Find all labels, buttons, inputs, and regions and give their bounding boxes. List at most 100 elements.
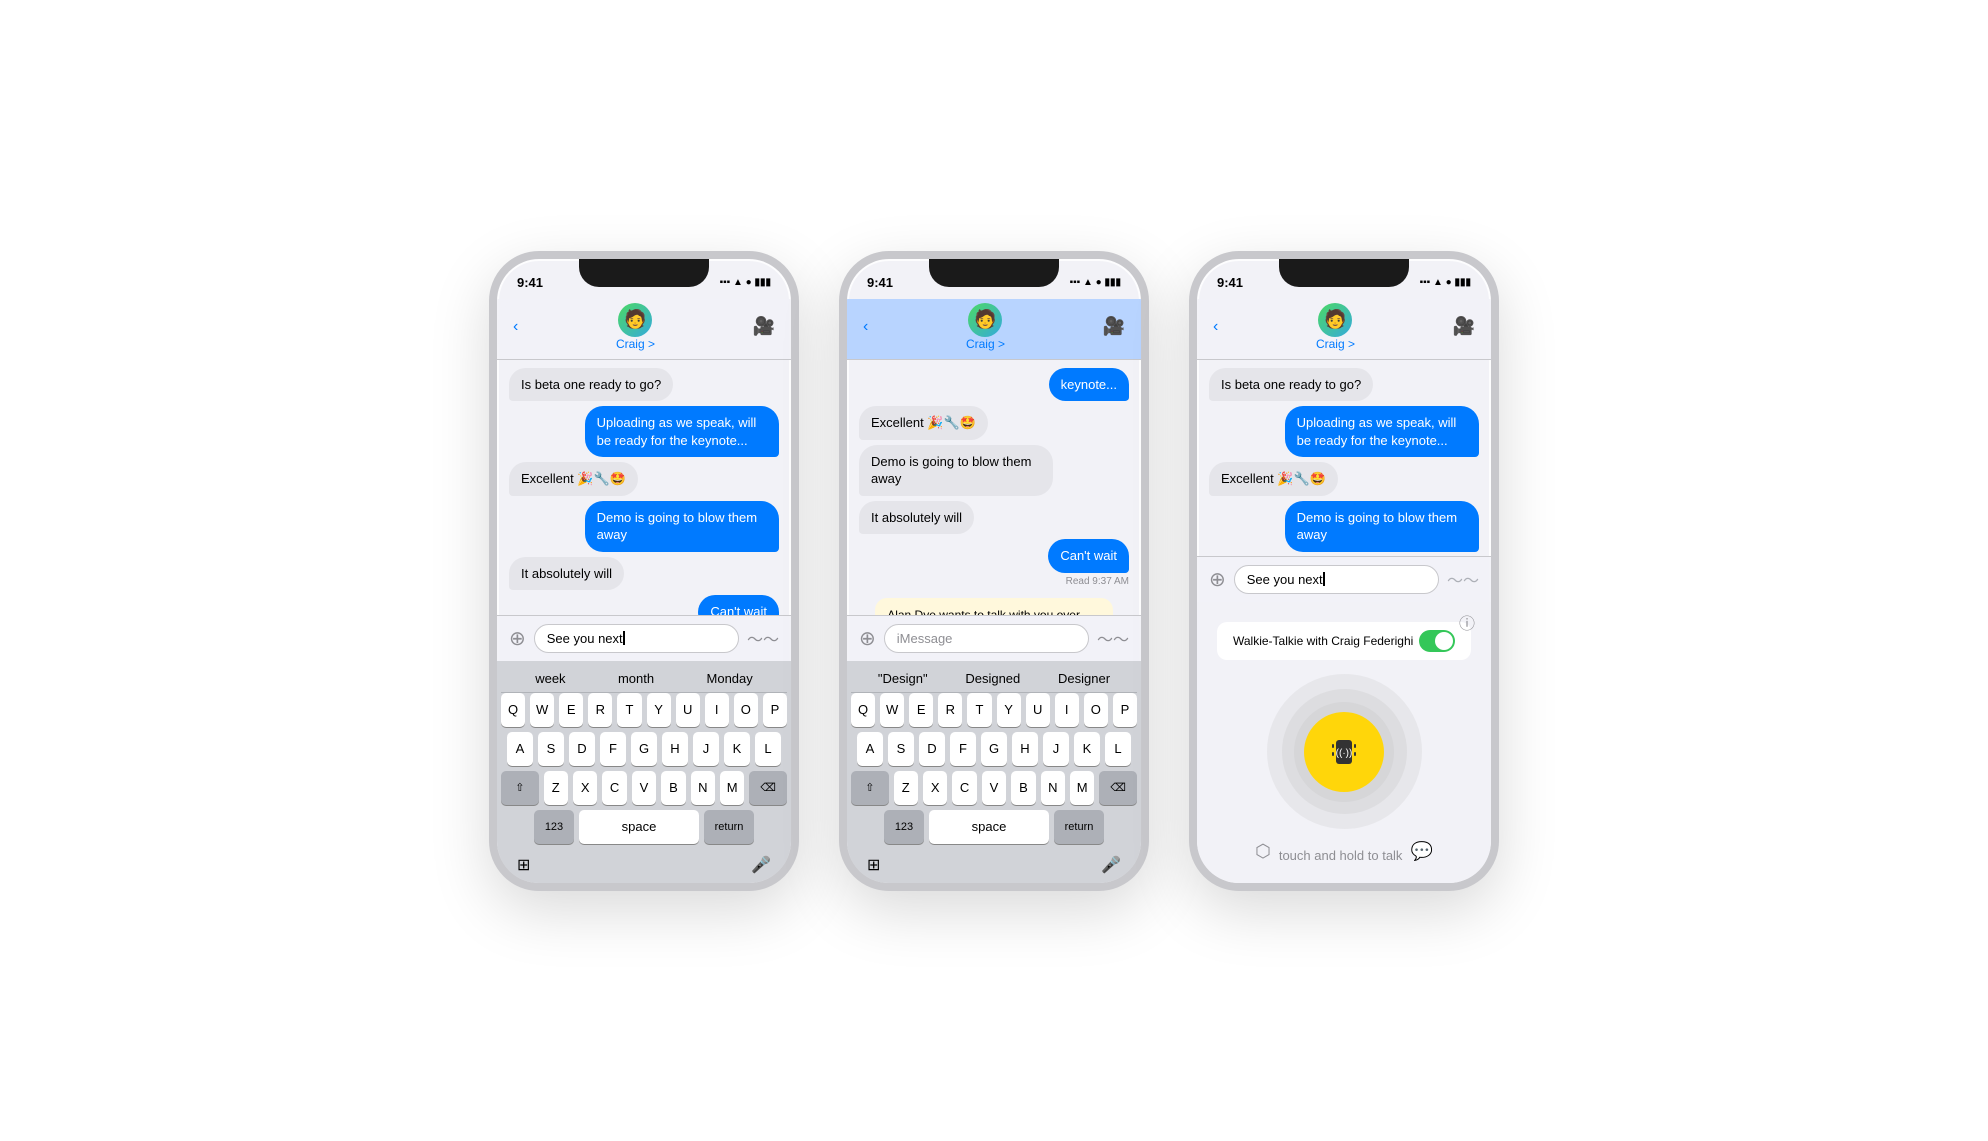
mic-icon-2[interactable]: 🎤	[1101, 855, 1121, 875]
shift-key-2[interactable]: ⇧	[851, 771, 889, 805]
audio-button-3[interactable]: 〜〜	[1447, 567, 1479, 591]
suggestion-3[interactable]: Monday	[707, 671, 753, 686]
volume-up-button-2[interactable]	[839, 359, 841, 391]
contact-name-2[interactable]: Craig >	[966, 337, 1005, 351]
suggestion-2-2[interactable]: Designed	[965, 671, 1020, 686]
key-d-2[interactable]: D	[919, 732, 945, 766]
suggestion-1[interactable]: week	[535, 671, 565, 686]
video-button-1[interactable]: 🎥	[753, 316, 775, 337]
key-l-2[interactable]: L	[1105, 732, 1131, 766]
contact-info-1[interactable]: 🧑 Craig >	[616, 303, 655, 351]
return-key[interactable]: return	[704, 810, 754, 844]
key-q[interactable]: Q	[501, 693, 525, 727]
audio-button-2[interactable]: 〜〜	[1097, 626, 1129, 650]
key-w-2[interactable]: W	[880, 693, 904, 727]
numbers-key[interactable]: 123	[534, 810, 574, 844]
key-g[interactable]: G	[631, 732, 657, 766]
key-y[interactable]: Y	[647, 693, 671, 727]
volume-up-button-3[interactable]	[1189, 359, 1191, 391]
video-button-3[interactable]: 🎥	[1453, 316, 1475, 337]
key-u-2[interactable]: U	[1026, 693, 1050, 727]
key-o[interactable]: O	[734, 693, 758, 727]
key-m-2[interactable]: M	[1070, 771, 1094, 805]
contact-name-1[interactable]: Craig >	[616, 337, 655, 351]
contact-name-3[interactable]: Craig >	[1316, 337, 1355, 351]
key-s[interactable]: S	[538, 732, 564, 766]
key-s-2[interactable]: S	[888, 732, 914, 766]
key-d[interactable]: D	[569, 732, 595, 766]
key-a[interactable]: A	[507, 732, 533, 766]
volume-down-button-3[interactable]	[1189, 404, 1191, 436]
power-button-3[interactable]	[1497, 379, 1499, 439]
info-icon[interactable]: ⓘ	[1459, 610, 1475, 634]
key-k[interactable]: K	[724, 732, 750, 766]
back-button-1[interactable]: ‹	[513, 318, 518, 336]
key-e[interactable]: E	[559, 693, 583, 727]
key-b-2[interactable]: B	[1011, 771, 1035, 805]
camera-button-3[interactable]: ⊕	[1209, 567, 1226, 592]
key-n-2[interactable]: N	[1041, 771, 1065, 805]
key-z[interactable]: Z	[544, 771, 568, 805]
volume-down-button-2[interactable]	[839, 404, 841, 436]
key-p[interactable]: P	[763, 693, 787, 727]
key-f[interactable]: F	[600, 732, 626, 766]
message-input-3[interactable]: See you next	[1234, 565, 1439, 594]
back-button-3[interactable]: ‹	[1213, 318, 1218, 336]
numbers-key-2[interactable]: 123	[884, 810, 924, 844]
key-u[interactable]: U	[676, 693, 700, 727]
suggestion-2[interactable]: month	[618, 671, 654, 686]
key-h-2[interactable]: H	[1012, 732, 1038, 766]
key-v[interactable]: V	[632, 771, 656, 805]
back-button-2[interactable]: ‹	[863, 318, 868, 336]
key-v-2[interactable]: V	[982, 771, 1006, 805]
video-button-2[interactable]: 🎥	[1103, 316, 1125, 337]
suggestion-2-1[interactable]: "Design"	[878, 671, 928, 686]
key-t-2[interactable]: T	[967, 693, 991, 727]
key-k-2[interactable]: K	[1074, 732, 1100, 766]
camera-button-2[interactable]: ⊕	[859, 626, 876, 651]
volume-up-button[interactable]	[489, 359, 491, 391]
delete-key[interactable]: ⌫	[749, 771, 787, 805]
shift-key[interactable]: ⇧	[501, 771, 539, 805]
key-j-2[interactable]: J	[1043, 732, 1069, 766]
apps-icon[interactable]: ⊞	[517, 855, 530, 875]
key-y-2[interactable]: Y	[997, 693, 1021, 727]
key-e-2[interactable]: E	[909, 693, 933, 727]
key-f-2[interactable]: F	[950, 732, 976, 766]
delete-key-2[interactable]: ⌫	[1099, 771, 1137, 805]
message-input-2[interactable]: iMessage	[884, 624, 1089, 653]
camera-button-1[interactable]: ⊕	[509, 626, 526, 651]
key-r-2[interactable]: R	[938, 693, 962, 727]
contact-info-3[interactable]: 🧑 Craig >	[1316, 303, 1355, 351]
key-x[interactable]: X	[573, 771, 597, 805]
key-n[interactable]: N	[691, 771, 715, 805]
key-j[interactable]: J	[693, 732, 719, 766]
key-r[interactable]: R	[588, 693, 612, 727]
key-b[interactable]: B	[661, 771, 685, 805]
suggestion-2-3[interactable]: Designer	[1058, 671, 1110, 686]
walkie-talkie-press-button[interactable]: ((·))	[1304, 712, 1384, 792]
key-o-2[interactable]: O	[1084, 693, 1108, 727]
key-l[interactable]: L	[755, 732, 781, 766]
power-button[interactable]	[797, 379, 799, 439]
key-c[interactable]: C	[602, 771, 626, 805]
key-q-2[interactable]: Q	[851, 693, 875, 727]
volume-down-button[interactable]	[489, 404, 491, 436]
key-t[interactable]: T	[617, 693, 641, 727]
key-g-2[interactable]: G	[981, 732, 1007, 766]
key-x-2[interactable]: X	[923, 771, 947, 805]
key-a-2[interactable]: A	[857, 732, 883, 766]
key-z-2[interactable]: Z	[894, 771, 918, 805]
key-i-2[interactable]: I	[1055, 693, 1079, 727]
space-key-2[interactable]: space	[929, 810, 1049, 844]
audio-button-1[interactable]: 〜〜	[747, 626, 779, 650]
space-key[interactable]: space	[579, 810, 699, 844]
power-button-2[interactable]	[1147, 379, 1149, 439]
return-key-2[interactable]: return	[1054, 810, 1104, 844]
walkie-talkie-toggle[interactable]	[1419, 630, 1455, 652]
contact-info-2[interactable]: 🧑 Craig >	[966, 303, 1005, 351]
key-i[interactable]: I	[705, 693, 729, 727]
key-c-2[interactable]: C	[952, 771, 976, 805]
mic-icon[interactable]: 🎤	[751, 855, 771, 875]
message-input-1[interactable]: See you next	[534, 624, 739, 653]
